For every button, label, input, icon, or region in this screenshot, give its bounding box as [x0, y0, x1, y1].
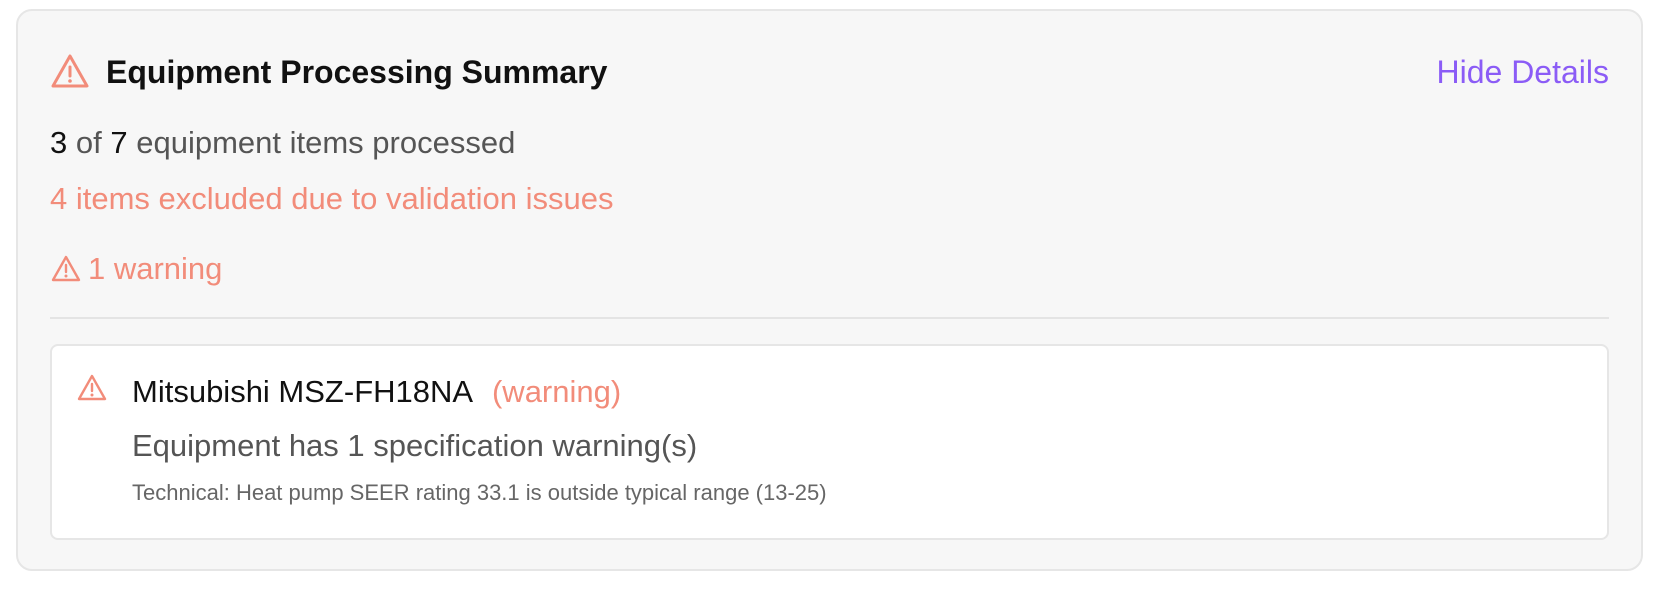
warning-triangle-icon	[50, 52, 90, 92]
warning-card: Mitsubishi MSZ-FH18NA (warning) Equipmen…	[50, 344, 1609, 540]
processed-count: 3	[50, 125, 68, 160]
warning-count: 1 warning	[50, 251, 222, 287]
warning-count-label: 1 warning	[88, 251, 223, 286]
warning-triangle-icon	[50, 253, 82, 285]
severity-tag: (warning)	[491, 374, 622, 409]
warning-card-title: Mitsubishi MSZ-FH18NA (warning)	[132, 374, 621, 410]
processed-of: of	[75, 125, 102, 160]
hide-details-button[interactable]: Hide Details	[1436, 54, 1609, 91]
warning-triangle-icon	[76, 372, 108, 404]
equipment-processing-summary-panel: Equipment Processing Summary Hide Detail…	[16, 9, 1643, 571]
equipment-name: Mitsubishi MSZ-FH18NA	[132, 374, 472, 409]
total-count: 7	[110, 125, 128, 160]
section-divider	[50, 317, 1609, 319]
summary-title: Equipment Processing Summary	[106, 53, 608, 90]
warning-technical-detail: Technical: Heat pump SEER rating 33.1 is…	[132, 480, 827, 505]
processed-suffix: equipment items processed	[136, 125, 516, 160]
summary-header: Equipment Processing Summary Hide Detail…	[50, 45, 1609, 99]
warning-message: Equipment has 1 specification warning(s)	[132, 428, 698, 463]
processed-count-text: 3 of 7 equipment items processed	[50, 125, 515, 161]
excluded-items-text: 4 items excluded due to validation issue…	[50, 181, 614, 216]
